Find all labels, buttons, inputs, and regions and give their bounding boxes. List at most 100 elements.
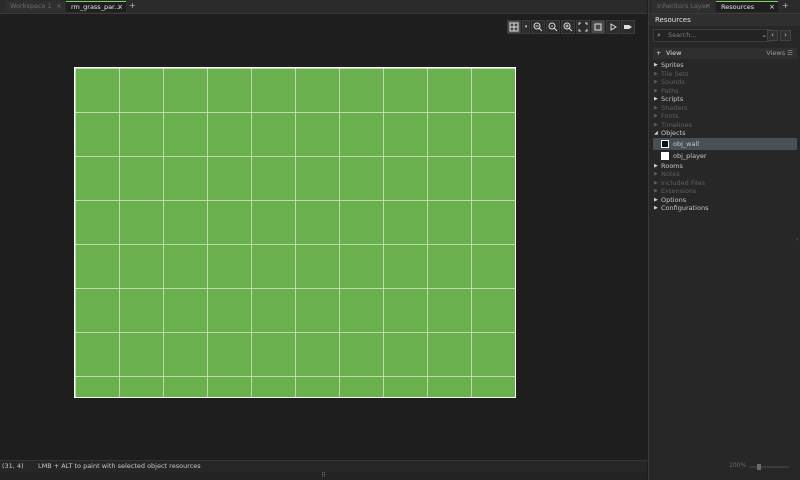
resource-folder[interactable]: ◢ Objects (653, 129, 797, 138)
resource-folder[interactable]: ▶ Rooms (653, 162, 797, 171)
resource-label: Rooms (661, 161, 683, 170)
resource-item[interactable]: obj_wall (653, 137, 797, 150)
view-row[interactable]: + View Views ☰ (653, 48, 797, 59)
close-icon[interactable]: × (56, 1, 62, 12)
caret-right-icon[interactable]: ▶ (654, 78, 658, 87)
resource-folder[interactable]: ▶ Configurations (653, 204, 797, 213)
resource-label: Extensions (661, 187, 697, 195)
search-placeholder: Search... (668, 31, 697, 39)
resources-panel: Inheritors Layer × Resources × + Resourc… (648, 0, 800, 480)
resource-label: Sounds (661, 78, 685, 86)
add-icon[interactable]: + (656, 48, 661, 59)
close-icon[interactable]: × (769, 2, 775, 12)
resource-label: Options (661, 195, 687, 204)
tab-inheritors-label: Inheritors Layer (657, 2, 709, 10)
resource-folder[interactable]: ▶ Fonts (653, 112, 797, 121)
caret-right-icon[interactable]: ▶ (654, 112, 658, 121)
resource-folder[interactable]: ▶ Timelines (653, 121, 797, 130)
caret-right-icon[interactable]: ▶ (654, 179, 658, 188)
frame-icon[interactable] (591, 20, 605, 34)
tab-workspace-label: Workspace 1 (10, 2, 52, 10)
resource-label: obj_player (673, 151, 707, 160)
search-icon: ⌕ (657, 31, 661, 39)
panel-title: Resources (649, 14, 800, 26)
menu-icon: ☰ (787, 49, 793, 57)
resource-tree: ▶ Sprites ▶ Tile Sets ▶ Sounds ▶ Paths ▶ Scripts ▶… (653, 61, 797, 213)
resource-label: Included Files (661, 178, 706, 187)
chevron-right-icon: › (784, 31, 787, 39)
close-icon[interactable]: × (117, 2, 123, 12)
caret-right-icon[interactable]: ▶ (654, 95, 658, 104)
tab-inheritors-layer[interactable]: Inheritors Layer × (652, 1, 714, 12)
resource-label: obj_wall (673, 139, 700, 148)
resource-folder[interactable]: ▶ Paths (653, 87, 797, 96)
panel-resize-handle[interactable]: ⠿ (0, 472, 647, 480)
resource-folder[interactable]: ▶ Tile Sets (653, 70, 797, 79)
add-tab-button[interactable]: + (782, 1, 789, 10)
close-icon[interactable]: × (705, 1, 711, 12)
tab-resources-label: Resources (721, 3, 755, 11)
caret-down-icon[interactable]: ◢ (654, 129, 658, 138)
caret-right-icon[interactable]: ▶ (654, 196, 658, 205)
resource-label: Scripts (661, 95, 684, 103)
resource-folder[interactable]: ▶ Options (653, 196, 797, 205)
resource-folder[interactable]: ▶ Sounds (653, 78, 797, 87)
caret-right-icon[interactable]: ▶ (654, 61, 658, 70)
object-sprite-icon (661, 151, 669, 160)
tab-resources[interactable]: Resources × (716, 1, 778, 12)
caret-right-icon[interactable]: ▶ (654, 187, 658, 196)
resource-folder[interactable]: ▶ Scripts (653, 95, 797, 104)
caret-right-icon[interactable]: ▶ (654, 162, 658, 171)
cursor-coords: (31, 4) (2, 462, 24, 470)
resource-folder[interactable]: ▶ Notes (653, 170, 797, 179)
caret-right-icon[interactable]: ▶ (654, 104, 658, 113)
status-hint: LMB + ALT to paint with selected object … (38, 462, 201, 470)
zoom-level: 100% (729, 462, 747, 469)
grip-icon: ⠿ (321, 472, 326, 479)
tab-room-editor-label: rm_grass_par... (71, 3, 121, 11)
zoom-out-icon[interactable] (531, 20, 545, 34)
search-input[interactable]: ⌕ Search... ⌄ (653, 29, 771, 42)
room-toolbar: ▾ (507, 20, 635, 36)
add-tab-button[interactable]: + (129, 1, 136, 10)
workspace-tab-bar: Workspace 1 × rm_grass_par... × + (0, 0, 647, 14)
resource-label: Fonts (661, 112, 679, 120)
resource-label: Objects (661, 129, 686, 137)
resource-item[interactable]: obj_player (653, 150, 797, 162)
resource-folder[interactable]: ▶ Sprites (653, 61, 797, 70)
resource-label: Timelines (661, 120, 693, 129)
tag-icon[interactable] (621, 20, 635, 34)
tab-workspace[interactable]: Workspace 1 × (5, 1, 65, 12)
caret-right-icon[interactable]: ▶ (654, 204, 658, 213)
zoom-slider[interactable] (749, 464, 789, 470)
status-bar: (31, 4) LMB + ALT to paint with selected… (0, 460, 647, 472)
resource-label: Sprites (661, 61, 684, 69)
zoom-reset-icon[interactable] (546, 20, 560, 34)
views-menu[interactable]: Views ☰ (766, 48, 793, 59)
resource-label: Notes (661, 170, 680, 178)
slider-knob[interactable] (757, 464, 761, 470)
resource-label: Paths (661, 86, 679, 95)
caret-right-icon[interactable]: ▶ (654, 87, 658, 96)
tab-room-editor[interactable]: rm_grass_par... × (66, 1, 126, 12)
views-label: Views (766, 49, 786, 57)
resource-folder[interactable]: ▶ Included Files (653, 179, 797, 188)
back-button[interactable]: ‹ (767, 30, 778, 41)
zoom-in-icon[interactable] (561, 20, 575, 34)
grid-dropdown-icon[interactable]: ▾ (522, 20, 530, 34)
grid-icon[interactable] (507, 20, 521, 34)
play-icon[interactable] (606, 20, 620, 34)
caret-right-icon[interactable]: ▶ (654, 170, 658, 179)
view-label: View (666, 49, 682, 57)
resource-folder[interactable]: ▶ Shaders (653, 104, 797, 113)
caret-right-icon[interactable]: ▶ (654, 70, 658, 79)
room-grid[interactable] (74, 67, 516, 398)
chevron-left-icon: ‹ (771, 31, 774, 39)
forward-button[interactable]: › (780, 30, 791, 41)
caret-right-icon[interactable]: ▶ (654, 121, 658, 130)
resource-folder[interactable]: ▶ Extensions (653, 187, 797, 196)
collapse-handle-icon[interactable]: › (796, 236, 798, 243)
resource-label: Tile Sets (661, 69, 689, 78)
fullscreen-icon[interactable] (576, 20, 590, 34)
object-sprite-icon (661, 139, 669, 148)
